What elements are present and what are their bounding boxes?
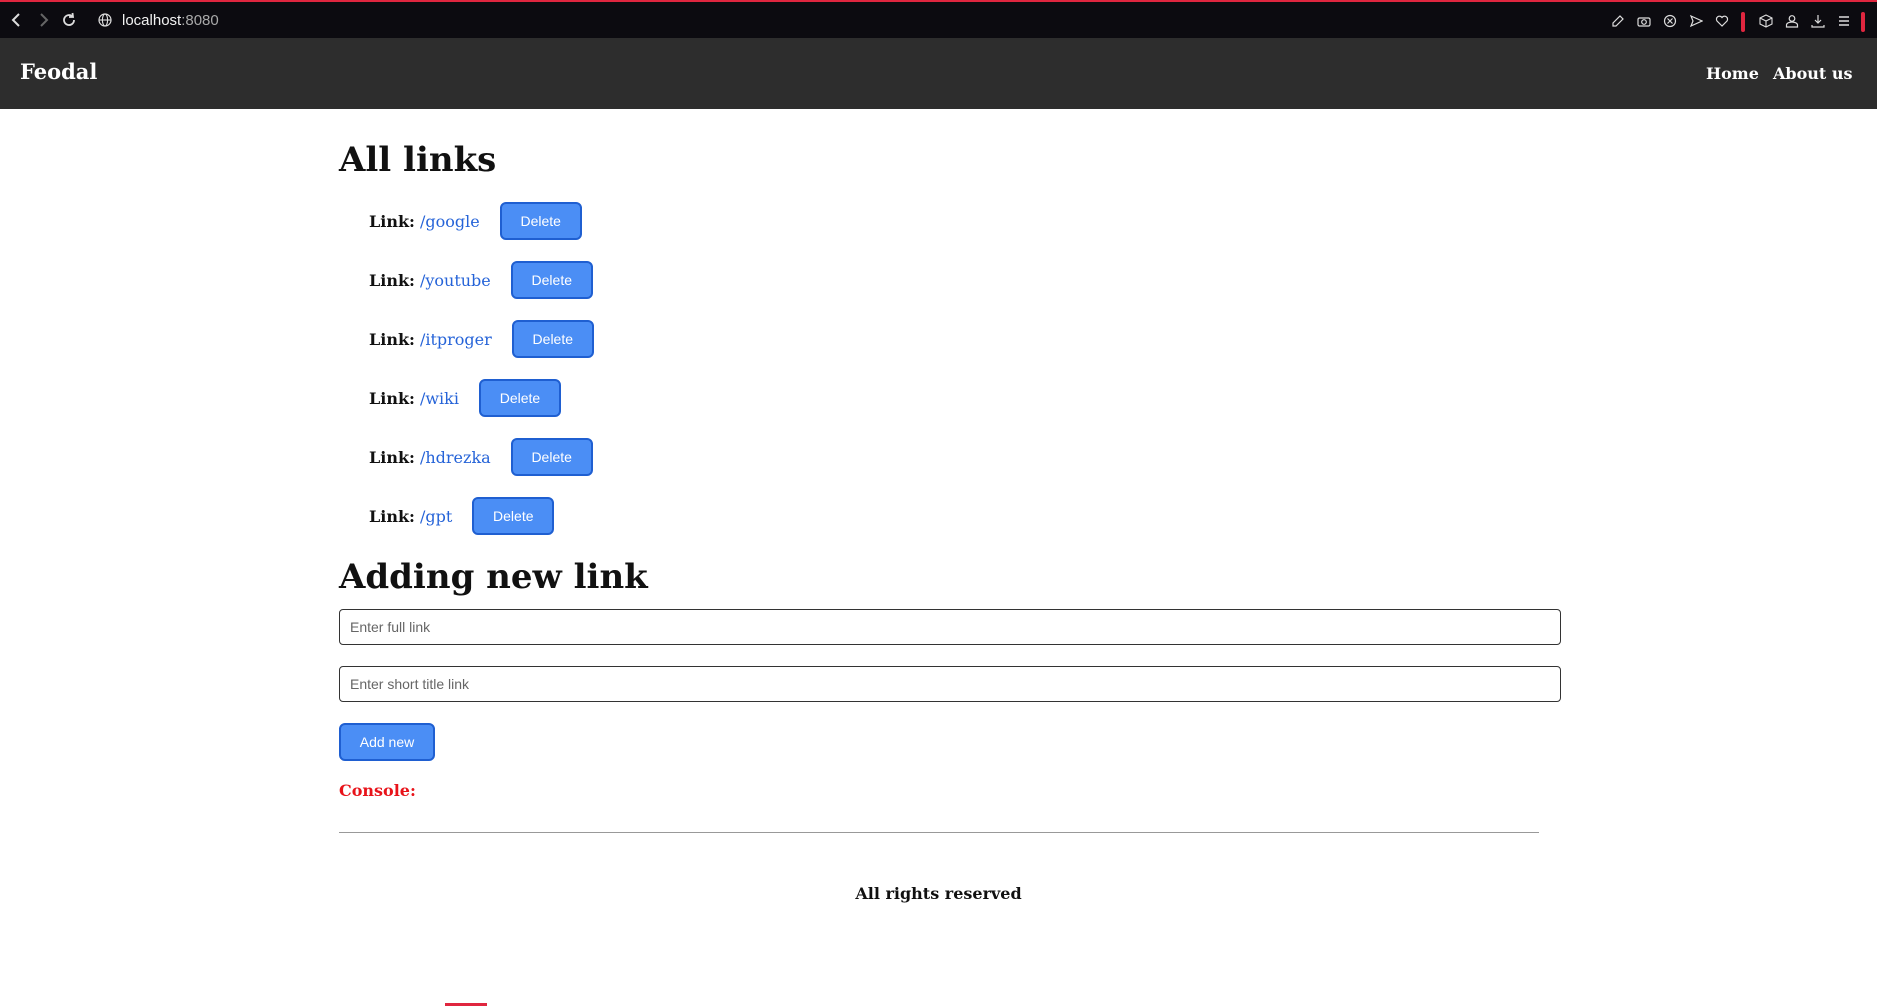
menu-icon[interactable] bbox=[1837, 14, 1851, 28]
link-path[interactable]: /itproger bbox=[420, 330, 492, 349]
download-icon[interactable] bbox=[1811, 14, 1825, 28]
link-item: Link: /gpt Delete bbox=[369, 497, 555, 535]
full-link-input[interactable] bbox=[339, 609, 1561, 645]
reload-icon[interactable] bbox=[60, 11, 78, 29]
delete-button[interactable]: Delete bbox=[510, 438, 593, 476]
link-item: Link: /itproger Delete bbox=[369, 320, 594, 358]
link-item: Link: /wiki Delete bbox=[369, 379, 561, 417]
back-icon[interactable] bbox=[8, 11, 26, 29]
url-host: localhost bbox=[122, 12, 182, 29]
footer-divider bbox=[339, 832, 1539, 833]
heart-icon[interactable] bbox=[1715, 14, 1729, 28]
block-icon[interactable] bbox=[1663, 14, 1677, 28]
delete-button[interactable]: Delete bbox=[499, 202, 582, 240]
link-item: Link: /google Delete bbox=[369, 202, 582, 240]
link-path[interactable]: /gpt bbox=[420, 507, 452, 526]
link-label: Link: bbox=[369, 447, 415, 467]
link-path[interactable]: /wiki bbox=[420, 389, 459, 408]
link-path[interactable]: /google bbox=[420, 212, 480, 231]
address-bar[interactable]: localhost:8080 bbox=[122, 12, 219, 29]
link-label: Link: bbox=[369, 211, 415, 231]
link-path[interactable]: /youtube bbox=[420, 271, 491, 290]
nav-home-link[interactable]: Home bbox=[1706, 64, 1759, 83]
forward-icon[interactable] bbox=[34, 11, 52, 29]
delete-button[interactable]: Delete bbox=[510, 261, 593, 299]
link-path[interactable]: /hdrezka bbox=[420, 448, 491, 467]
add-link-title: Adding new link bbox=[339, 557, 648, 597]
profile-icon[interactable] bbox=[1785, 14, 1799, 28]
box-icon[interactable] bbox=[1759, 14, 1773, 28]
edge-marker bbox=[1861, 12, 1865, 32]
edit-icon[interactable] bbox=[1611, 14, 1625, 28]
short-title-input[interactable] bbox=[339, 666, 1561, 702]
all-links-title: All links bbox=[339, 140, 497, 180]
link-label: Link: bbox=[369, 388, 415, 408]
status-marker bbox=[1741, 12, 1745, 32]
add-new-button[interactable]: Add new bbox=[339, 723, 435, 761]
url-port: :8080 bbox=[181, 12, 219, 29]
console-label: Console: bbox=[339, 781, 416, 800]
footer-text: All rights reserved bbox=[855, 884, 1022, 903]
link-item: Link: /youtube Delete bbox=[369, 261, 593, 299]
globe-icon bbox=[98, 13, 112, 27]
nav-about-link[interactable]: About us bbox=[1773, 64, 1853, 83]
delete-button[interactable]: Delete bbox=[511, 320, 594, 358]
send-icon[interactable] bbox=[1689, 14, 1703, 28]
browser-toolbar: localhost:8080 bbox=[0, 0, 1877, 38]
site-header: Feodal Home About us bbox=[0, 38, 1877, 109]
link-label: Link: bbox=[369, 506, 415, 526]
delete-button[interactable]: Delete bbox=[478, 379, 561, 417]
brand-logo[interactable]: Feodal bbox=[20, 59, 97, 84]
camera-icon[interactable] bbox=[1637, 14, 1651, 28]
link-label: Link: bbox=[369, 270, 415, 290]
delete-button[interactable]: Delete bbox=[472, 497, 555, 535]
link-label: Link: bbox=[369, 329, 415, 349]
link-item: Link: /hdrezka Delete bbox=[369, 438, 593, 476]
